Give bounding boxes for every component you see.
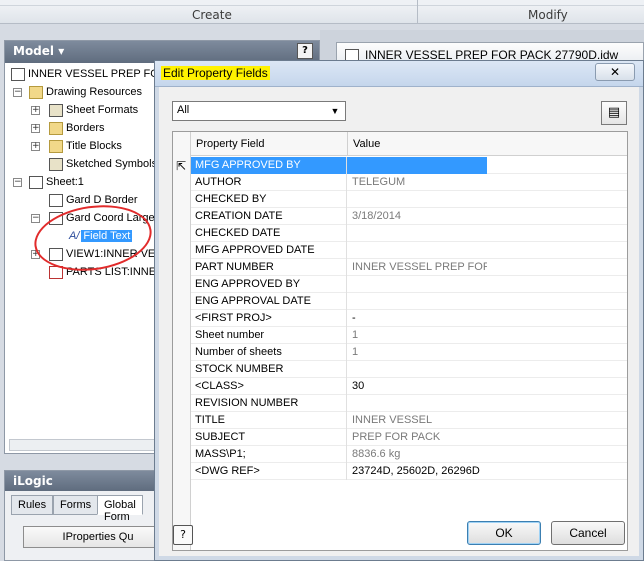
- copy-icon[interactable]: ▤: [601, 101, 627, 125]
- tab-forms[interactable]: Forms: [53, 495, 99, 515]
- model-browser-title: Model: [13, 44, 55, 58]
- border-icon: [49, 193, 63, 207]
- chevron-down-icon[interactable]: ▼: [328, 104, 342, 118]
- expand-icon[interactable]: +: [31, 142, 40, 151]
- dialog-titlebar[interactable]: Edit Property Fields ✕: [155, 61, 643, 87]
- filter-select[interactable]: All ▼: [172, 101, 346, 121]
- table-row[interactable]: MASS\P1; 8836.6 kg: [191, 446, 627, 463]
- grid-header: Property Field Value: [191, 132, 627, 156]
- row-selector-arrow-icon: ⇱: [176, 159, 187, 173]
- ribbon-separator: [417, 0, 418, 24]
- cancel-button[interactable]: Cancel: [551, 521, 625, 545]
- sheet-format-icon: [49, 103, 63, 117]
- collapse-icon[interactable]: −: [31, 214, 40, 223]
- table-row[interactable]: MFG APPROVED BY: [191, 157, 627, 174]
- grid-rows: MFG APPROVED BY AUTHOR TELEGUM CHECKED BY…: [191, 157, 627, 480]
- horizontal-scrollbar[interactable]: [9, 439, 159, 451]
- table-row[interactable]: ENG APPROVED BY: [191, 276, 627, 293]
- table-row[interactable]: <FIRST PROJ> -: [191, 310, 627, 327]
- table-row[interactable]: STOCK NUMBER: [191, 361, 627, 378]
- ribbon-modify-label[interactable]: Modify: [528, 8, 568, 22]
- tree-node-drawing[interactable]: INNER VESSEL PREP FOR: [11, 65, 167, 83]
- property-grid: ⇱ Property Field Value MFG APPROVED BY A…: [172, 131, 628, 551]
- title-block-icon: [49, 139, 63, 153]
- table-row[interactable]: PART NUMBERINNER VESSEL PREP FOR PA: [191, 259, 627, 276]
- tab-rules[interactable]: Rules: [11, 495, 54, 515]
- edit-property-fields-dialog: Edit Property Fields ✕ All ▼ ▤ ⇱ Propert…: [154, 60, 644, 561]
- table-row[interactable]: TITLE INNER VESSEL: [191, 412, 627, 429]
- table-row[interactable]: Number of sheets 1: [191, 344, 627, 361]
- dialog-title: Edit Property Fields: [161, 66, 270, 80]
- help-icon[interactable]: ?: [173, 525, 193, 545]
- table-row[interactable]: ENG APPROVAL DATE: [191, 293, 627, 310]
- column-header-property-field[interactable]: Property Field: [191, 132, 347, 156]
- table-row[interactable]: <DWG REF> 23724D, 25602D, 26296D: [191, 463, 627, 480]
- help-icon[interactable]: ?: [297, 43, 313, 59]
- filter-select-value: All: [177, 104, 190, 116]
- tree-node-borders[interactable]: Borders: [49, 119, 105, 137]
- table-row[interactable]: Sheet number 1: [191, 327, 627, 344]
- iproperties-button[interactable]: IProperties Qu: [23, 526, 173, 548]
- expand-icon[interactable]: +: [31, 124, 40, 133]
- tree-node-sheet-formats[interactable]: Sheet Formats: [49, 101, 138, 119]
- table-row[interactable]: CHECKED DATE: [191, 225, 627, 242]
- table-row[interactable]: REVISION NUMBER: [191, 395, 627, 412]
- table-row[interactable]: CHECKED BY: [191, 191, 627, 208]
- sheet-icon: [29, 175, 43, 189]
- ok-button[interactable]: OK: [467, 521, 541, 545]
- table-row[interactable]: SUBJECT PREP FOR PACK: [191, 429, 627, 446]
- table-row[interactable]: MFG APPROVED DATE: [191, 242, 627, 259]
- row-headers: [173, 132, 191, 550]
- ribbon-strip: [0, 0, 644, 6]
- collapse-icon[interactable]: −: [13, 88, 22, 97]
- collapse-icon[interactable]: −: [13, 178, 22, 187]
- tree-node-drawing-resources[interactable]: Drawing Resources: [29, 83, 142, 101]
- tab-global-forms[interactable]: Global Form: [97, 495, 143, 523]
- close-button[interactable]: ✕: [595, 63, 635, 81]
- tree-node-sketched-symbols[interactable]: Sketched Symbols: [49, 155, 157, 173]
- ribbon: Create Modify: [0, 0, 644, 24]
- column-header-value[interactable]: Value: [347, 132, 487, 156]
- chevron-down-icon[interactable]: ▾: [58, 44, 64, 58]
- border-icon: [49, 121, 63, 135]
- table-row[interactable]: AUTHOR TELEGUM: [191, 174, 627, 191]
- table-row[interactable]: CREATION DATE 3/18/2014: [191, 208, 627, 225]
- ribbon-create-label[interactable]: Create: [192, 8, 232, 22]
- drawing-icon: [11, 67, 25, 81]
- sketched-symbol-icon: [49, 157, 63, 171]
- table-row[interactable]: <CLASS> 30: [191, 378, 627, 395]
- tree-node-sheet[interactable]: Sheet:1: [29, 173, 84, 191]
- tree-node-title-blocks[interactable]: Title Blocks: [49, 137, 122, 155]
- folder-icon: [29, 85, 43, 99]
- expand-icon[interactable]: +: [31, 106, 40, 115]
